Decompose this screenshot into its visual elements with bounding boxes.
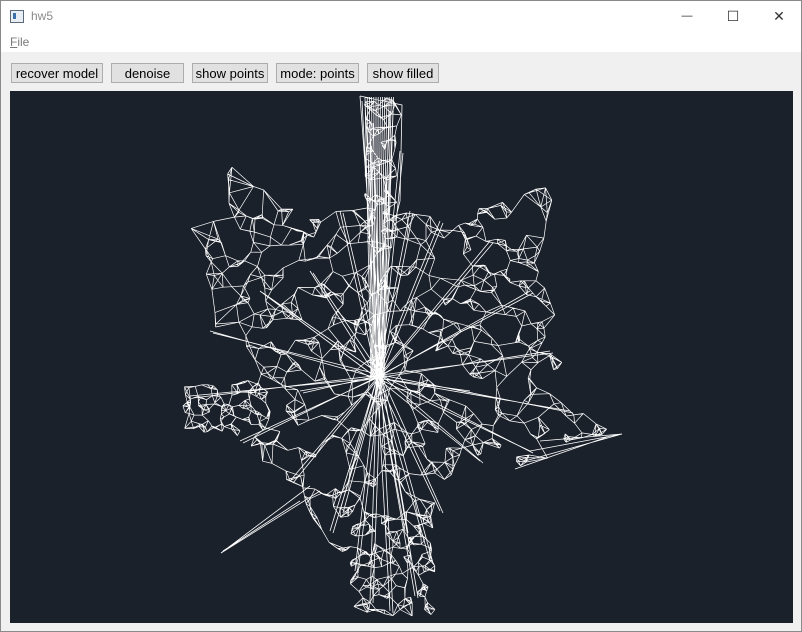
window-title: hw5 [31, 9, 54, 23]
denoise-button[interactable]: denoise [111, 63, 184, 83]
close-button[interactable]: ✕ [756, 1, 802, 31]
minimize-button[interactable]: — [664, 1, 710, 31]
maximize-icon: ☐ [726, 7, 740, 24]
maximize-button[interactable]: ☐ [710, 1, 756, 31]
mesh-edges [182, 97, 607, 617]
menu-file-label: ile [17, 35, 30, 49]
menu-file[interactable]: File [10, 35, 29, 49]
minimize-icon: — [681, 10, 693, 22]
render-viewport[interactable] [10, 91, 793, 623]
close-icon: ✕ [773, 7, 785, 24]
app-window: hw5 — ☐ ✕ File recover model denoise sho… [0, 0, 802, 632]
app-icon [10, 10, 24, 23]
recover-model-button[interactable]: recover model [11, 63, 103, 83]
show-filled-button[interactable]: show filled [367, 63, 439, 83]
mode-button[interactable]: mode: points [276, 63, 359, 83]
mesh-wireframe [182, 95, 623, 617]
title-bar[interactable]: hw5 — ☐ ✕ [1, 1, 801, 31]
toolbar: recover model denoise show points mode: … [1, 52, 801, 91]
menu-bar: File [1, 31, 801, 52]
show-points-button[interactable]: show points [192, 63, 268, 83]
